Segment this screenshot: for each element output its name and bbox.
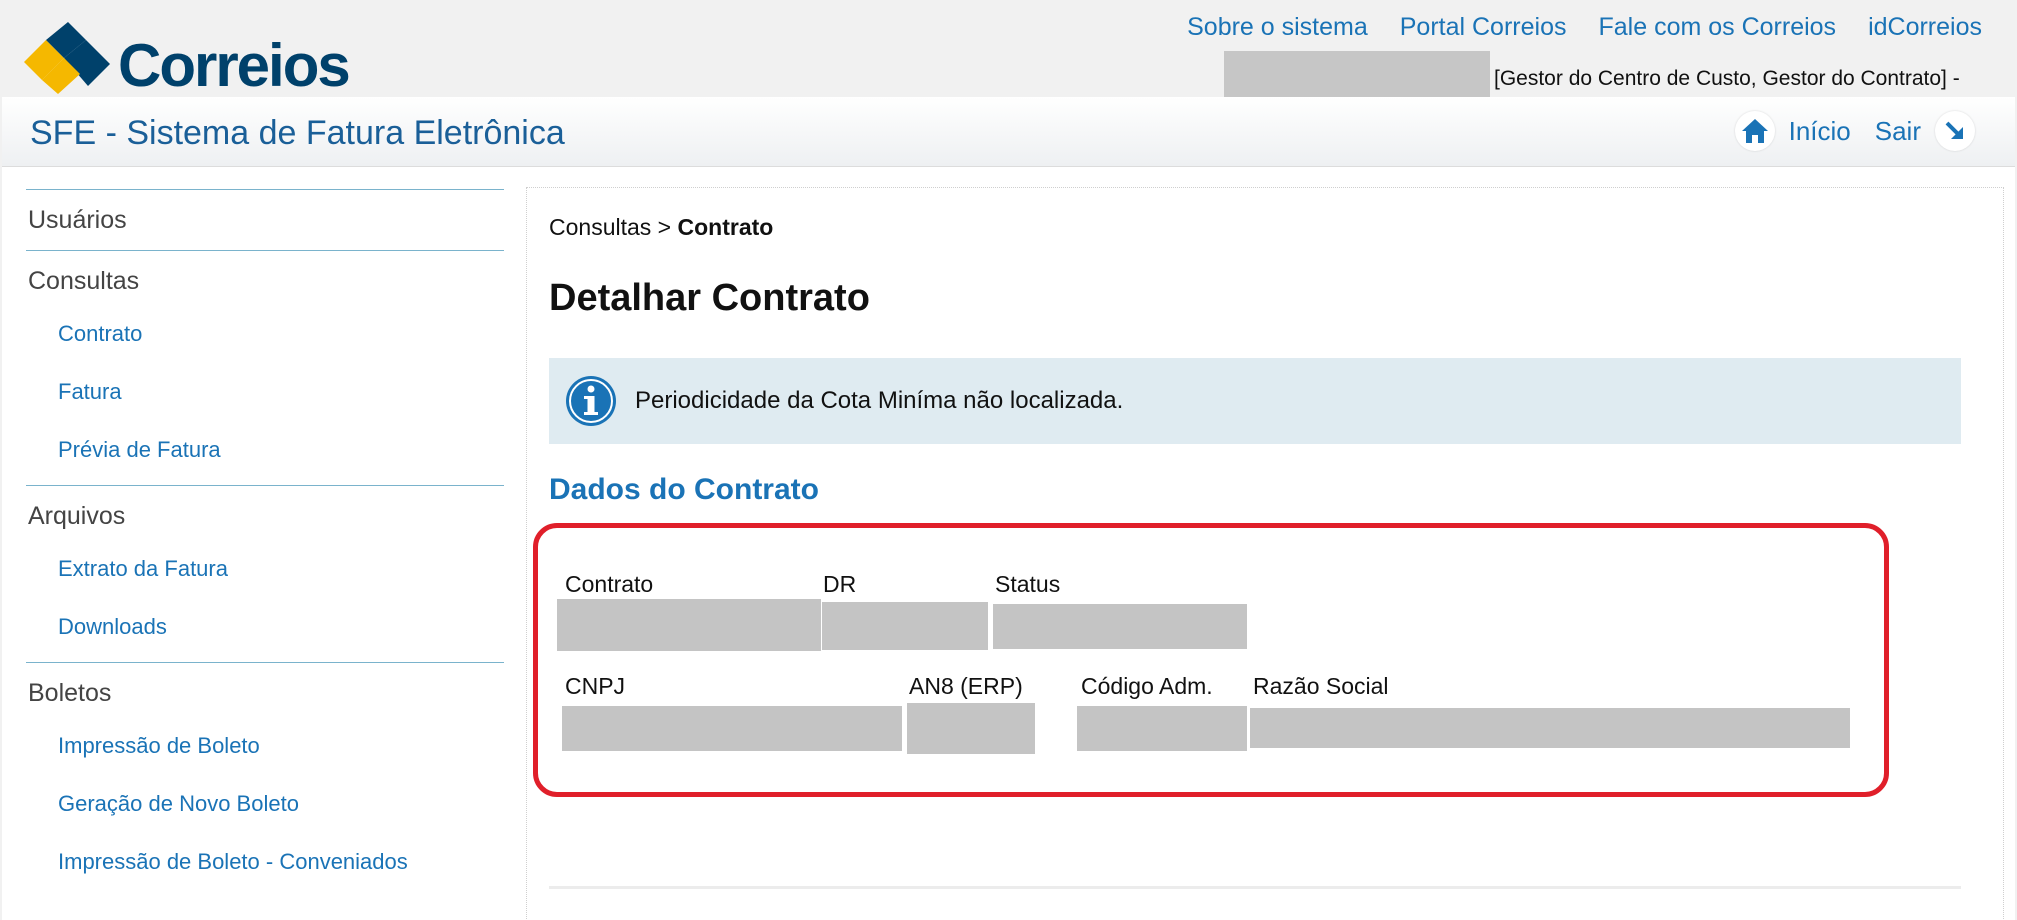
divider — [549, 886, 1961, 889]
sidebar-item-contrato[interactable]: Contrato — [26, 305, 504, 363]
sidebar-item-fatura[interactable]: Fatura — [26, 363, 504, 421]
menu-group-consultas: Consultas Contrato Fatura Prévia de Fatu… — [26, 250, 504, 485]
info-alert: Periodicidade da Cota Miníma não localiz… — [549, 358, 1961, 444]
sidebar-item-downloads[interactable]: Downloads — [26, 598, 504, 656]
redacted-an8-value — [907, 703, 1035, 754]
redacted-dr-value — [822, 602, 988, 650]
link-idcorreios[interactable]: idCorreios — [1868, 12, 1982, 42]
home-icon[interactable] — [1734, 111, 1775, 151]
menu-head-boletos[interactable]: Boletos — [26, 669, 504, 717]
link-fale-com-os-correios[interactable]: Fale com os Correios — [1598, 12, 1836, 42]
field-label-razao-social: Razão Social — [1253, 673, 1389, 699]
highlight-annotation-box — [533, 523, 1889, 797]
system-title: SFE - Sistema de Fatura Eletrônica — [30, 114, 565, 152]
field-label-contrato: Contrato — [565, 571, 654, 597]
logout-link[interactable]: Sair — [1875, 111, 1921, 151]
sidebar-item-impressao-de-boleto[interactable]: Impressão de Boleto — [26, 717, 504, 775]
alert-message: Periodicidade da Cota Miníma não localiz… — [635, 387, 1124, 414]
breadcrumb-separator: > — [651, 214, 678, 240]
breadcrumb-parent[interactable]: Consultas — [549, 214, 651, 240]
redacted-codigo-adm-value — [1077, 706, 1247, 751]
title-bar-nav: Início Sair — [1734, 111, 1975, 151]
field-label-cnpj: CNPJ — [565, 673, 626, 699]
content-area: Usuários Consultas Contrato Fatura Prévi… — [2, 167, 2015, 920]
link-sobre-o-sistema[interactable]: Sobre o sistema — [1187, 12, 1368, 42]
redacted-status-value — [993, 604, 1247, 649]
breadcrumb-current: Contrato — [677, 214, 774, 240]
menu-head-consultas[interactable]: Consultas — [26, 257, 504, 305]
breadcrumb: Consultas > Contrato — [549, 212, 773, 242]
redacted-contrato-value — [557, 599, 821, 651]
menu-group-usuarios: Usuários — [26, 189, 504, 250]
redacted-cnpj-value — [562, 706, 902, 751]
menu-group-arquivos: Arquivos Extrato da Fatura Downloads — [26, 485, 504, 662]
home-link[interactable]: Início — [1789, 111, 1851, 151]
sidebar-item-impressao-de-boleto-conveniados[interactable]: Impressão de Boleto - Conveniados — [26, 833, 504, 891]
correios-logo-mark — [24, 22, 110, 94]
logout-arrow-icon[interactable] — [1935, 111, 1975, 151]
link-portal-correios[interactable]: Portal Correios — [1400, 12, 1567, 42]
redacted-razao-social-value — [1250, 708, 1850, 748]
user-roles: [Gestor do Centro de Custo, Gestor do Co… — [1494, 67, 1960, 90]
field-label-codigo-adm: Código Adm. — [1081, 673, 1213, 699]
sidebar: Usuários Consultas Contrato Fatura Prévi… — [26, 189, 504, 897]
top-header: Correios Sobre o sistema Portal Correios… — [0, 0, 2017, 105]
menu-group-boletos: Boletos Impressão de Boleto Geração de N… — [26, 662, 504, 897]
field-label-status: Status — [995, 571, 1061, 597]
sidebar-item-previa-de-fatura[interactable]: Prévia de Fatura — [26, 421, 504, 479]
sidebar-item-geracao-de-novo-boleto[interactable]: Geração de Novo Boleto — [26, 775, 504, 833]
main-panel: Consultas > Contrato Detalhar Contrato P… — [526, 187, 2004, 920]
logo-text: Correios — [118, 32, 351, 99]
sidebar-item-extrato-da-fatura[interactable]: Extrato da Fatura — [26, 540, 504, 598]
page-title: Detalhar Contrato — [549, 277, 870, 319]
top-links: Sobre o sistema Portal Correios Fale com… — [1187, 12, 1982, 42]
section-title: Dados do Contrato — [549, 473, 819, 506]
field-label-an8: AN8 (ERP) — [909, 673, 1023, 699]
title-bar: SFE - Sistema de Fatura Eletrônica Iníci… — [2, 97, 2015, 167]
menu-head-usuarios[interactable]: Usuários — [26, 196, 504, 244]
correios-logo[interactable]: Correios — [24, 22, 351, 96]
info-icon — [566, 376, 616, 426]
field-label-dr: DR — [823, 571, 857, 597]
menu-head-arquivos[interactable]: Arquivos — [26, 492, 504, 540]
